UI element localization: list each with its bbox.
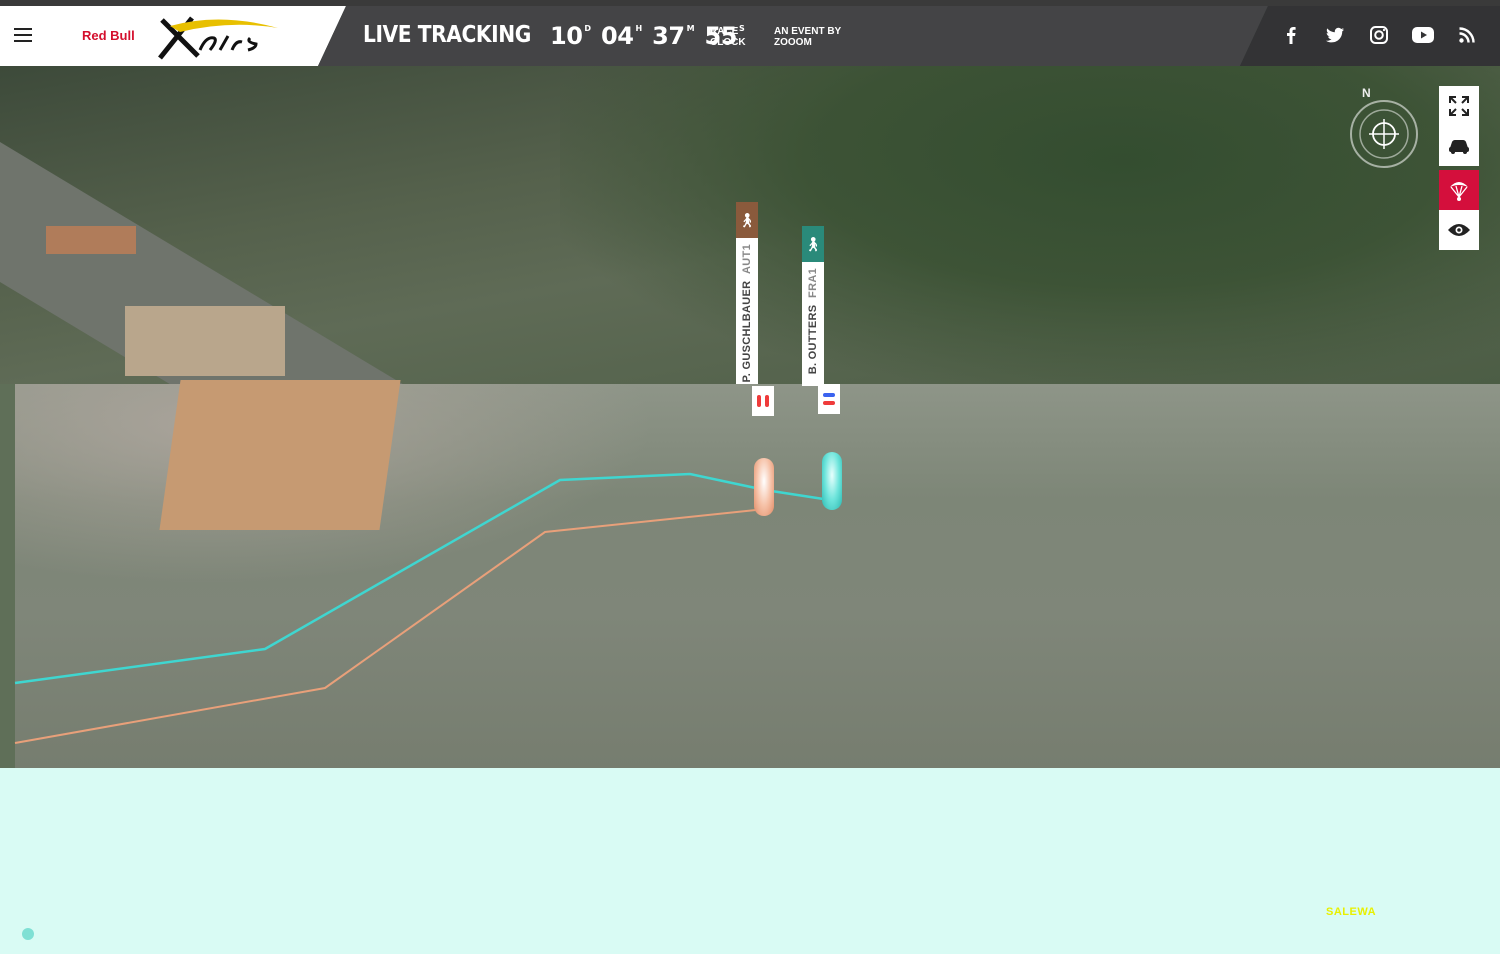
event-by-line1: AN EVENT BY xyxy=(774,26,842,37)
track-line-guschlbauer xyxy=(14,508,766,744)
event-by-line2: ZOOOM xyxy=(774,37,812,48)
pilot-marker-guschlbauer[interactable] xyxy=(754,458,774,516)
xalps-logo xyxy=(158,16,278,60)
pilot-name: B. OUTTERS FRA1 xyxy=(807,268,819,374)
instagram-icon[interactable] xyxy=(1366,22,1392,48)
compass-control[interactable] xyxy=(1350,100,1418,168)
pilot-flag-guschlbauer[interactable]: 🚶︎ P. GUSCHLBAUER AUT1 xyxy=(736,202,758,384)
menu-button[interactable] xyxy=(8,20,38,50)
car-view-button[interactable] xyxy=(1439,126,1479,166)
pilot-marker-outters[interactable] xyxy=(822,452,842,510)
pilot-flag-outters[interactable]: 🚶︎ B. OUTTERS FRA1 xyxy=(802,226,824,386)
pilot-name: P. GUSCHLBAUER AUT1 xyxy=(741,244,753,382)
eye-icon xyxy=(1448,224,1470,236)
hiking-icon: 🚶︎ xyxy=(802,226,824,262)
pilot-code: FRA1 xyxy=(807,268,819,298)
car-view-icon xyxy=(1449,140,1469,154)
paraglider-icon xyxy=(1450,182,1468,201)
pilot-name-text: P. GUSCHLBAUER xyxy=(741,280,753,383)
pilot-code: AUT1 xyxy=(741,244,753,274)
event-by-label: AN EVENT BY ZOOOM xyxy=(774,26,841,48)
visibility-button[interactable] xyxy=(1439,210,1479,250)
sponsor-logo: SALEWA xyxy=(1326,906,1377,918)
clock-minutes-unit: M xyxy=(686,24,695,33)
fullscreen-button[interactable] xyxy=(1439,86,1479,126)
crosshair-icon xyxy=(1359,109,1409,159)
flag-france-icon xyxy=(818,384,840,414)
youtube-icon[interactable] xyxy=(1410,22,1436,48)
clock-days-unit: D xyxy=(584,24,592,33)
rss-icon[interactable] xyxy=(1454,22,1480,48)
redbull-logo-text: Red Bull xyxy=(82,28,135,43)
hiking-icon: 🚶︎ xyxy=(736,202,758,238)
clock-hours: 04 xyxy=(601,22,634,50)
pilot-tracks xyxy=(14,472,831,744)
pilot-label: B. OUTTERS FRA1 xyxy=(802,262,824,386)
twitter-icon[interactable] xyxy=(1322,22,1348,48)
race-clock-label-line2: CLOCK xyxy=(710,37,746,48)
header-bar: Red Bull LIVE TRACKING 10 D 04 H 37 M 55 S R… xyxy=(0,6,1500,66)
flag-austria-icon xyxy=(752,386,774,416)
race-clock-label-line1: RACE xyxy=(710,26,739,37)
clock-minutes: 37 xyxy=(652,22,685,50)
page-title: LIVE TRACKING xyxy=(363,22,531,48)
fullscreen-icon xyxy=(1449,96,1469,116)
facebook-icon[interactable] xyxy=(1278,22,1304,48)
pilot-label: P. GUSCHLBAUER AUT1 xyxy=(736,238,758,384)
track-line-outters xyxy=(14,472,831,685)
pilot-name-text: B. OUTTERS xyxy=(807,304,819,375)
clock-hours-unit: H xyxy=(635,24,643,33)
satellite-map[interactable]: 🚶︎ P. GUSCHLBAUER AUT1 🚶︎ B. OUTTERS FRA… xyxy=(0,66,1500,954)
paraglider-view-button[interactable] xyxy=(1439,170,1479,210)
compass-north-label: N xyxy=(1362,86,1371,100)
race-clock-label: RACE CLOCK xyxy=(710,26,750,48)
map-attribution-icon xyxy=(22,928,34,940)
clock-days: 10 xyxy=(550,22,583,50)
